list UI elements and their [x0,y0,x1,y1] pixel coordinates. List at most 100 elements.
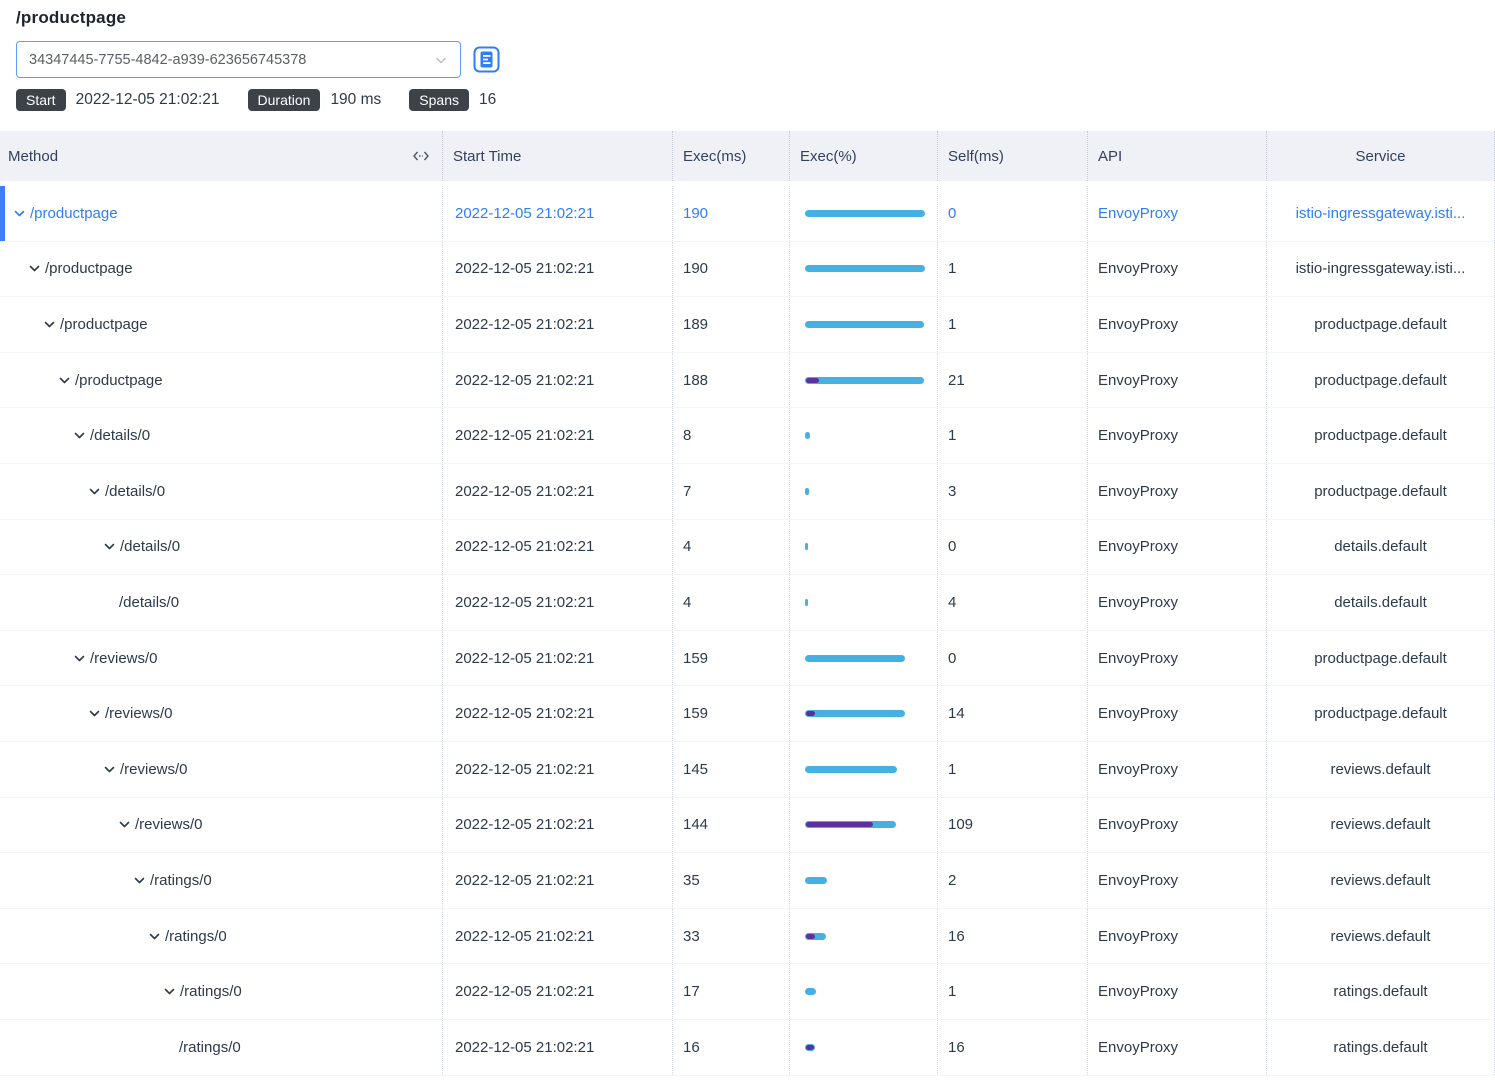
service-cell: reviews.default [1267,798,1495,853]
table-row[interactable]: /ratings/02022-12-05 21:02:21171EnvoyPro… [0,964,1495,1020]
method-label[interactable]: /productpage [60,316,148,333]
table-row[interactable]: /productpage2022-12-05 21:02:211891Envoy… [0,297,1495,353]
exec-duration-bar [805,599,808,606]
method-label[interactable]: /reviews/0 [120,761,188,778]
service-cell: productpage.default [1267,464,1495,519]
table-row[interactable]: /details/02022-12-05 21:02:2140EnvoyProx… [0,520,1495,576]
table-row[interactable]: /ratings/02022-12-05 21:02:211616EnvoyPr… [0,1020,1495,1076]
column-resize-handle[interactable] [412,150,430,162]
exec-ms-cell: 4 [673,575,790,630]
trace-id-value: 34347445-7755-4842-a939-623656745378 [29,52,306,68]
table-row[interactable]: /productpage2022-12-05 21:02:2118821Envo… [0,353,1495,409]
expand-chevron-icon[interactable] [119,819,131,830]
api-cell: EnvoyProxy [1088,798,1267,853]
method-label[interactable]: /reviews/0 [135,816,203,833]
expand-chevron-icon[interactable] [149,931,161,942]
table-row[interactable]: /reviews/02022-12-05 21:02:21144109Envoy… [0,798,1495,854]
method-label[interactable]: /productpage [75,372,163,389]
exec-ms-cell: 188 [673,353,790,408]
method-label[interactable]: /reviews/0 [105,705,173,722]
copy-trace-id-button[interactable] [473,46,500,73]
spans-badge: Spans [409,89,469,111]
method-label[interactable]: /ratings/0 [165,928,227,945]
exec-duration-bar [805,543,808,550]
exec-duration-bar [805,210,925,217]
method-cell: /details/0 [0,408,443,463]
start-time-cell: 2022-12-05 21:02:21 [443,575,673,630]
service-cell: productpage.default [1267,631,1495,686]
method-label[interactable]: /ratings/0 [179,1039,241,1056]
exec-duration-bar [805,488,809,495]
exec-duration-bar [805,821,896,828]
method-label[interactable]: /reviews/0 [90,650,158,667]
exec-ms-cell: 189 [673,297,790,352]
exec-pct-cell [790,464,938,519]
exec-ms-cell: 17 [673,964,790,1019]
expand-chevron-icon[interactable] [59,375,71,386]
method-cell: /details/0 [0,575,443,630]
method-label[interactable]: /ratings/0 [150,872,212,889]
table-row[interactable]: /reviews/02022-12-05 21:02:2115914EnvoyP… [0,686,1495,742]
method-label[interactable]: /ratings/0 [180,983,242,1000]
self-ms-cell: 21 [938,353,1088,408]
self-ms-cell: 1 [938,242,1088,297]
trace-id-select[interactable]: 34347445-7755-4842-a939-623656745378 [16,41,461,78]
exec-ms-cell: 33 [673,909,790,964]
method-label[interactable]: /details/0 [90,427,150,444]
method-label[interactable]: /details/0 [105,483,165,500]
exec-ms-cell: 159 [673,631,790,686]
start-time-cell: 2022-12-05 21:02:21 [443,408,673,463]
table-row[interactable]: /details/02022-12-05 21:02:2144EnvoyProx… [0,575,1495,631]
method-label[interactable]: /details/0 [120,538,180,555]
expand-chevron-icon[interactable] [134,875,146,886]
duration-badge: Duration [248,89,321,111]
expand-chevron-icon[interactable] [164,986,176,997]
expand-chevron-icon[interactable] [89,486,101,497]
exec-duration-bar [805,321,924,328]
exec-ms-cell: 190 [673,242,790,297]
column-header-self-ms: Self(ms) [938,131,1088,181]
trace-header: /productpage 34347445-7755-4842-a939-623… [0,0,1495,111]
method-label[interactable]: /productpage [30,205,118,222]
span-table: Method Start Time Exec(ms) Exec(%) Self(… [0,131,1495,1076]
service-cell: ratings.default [1267,1020,1495,1075]
exec-ms-cell: 35 [673,853,790,908]
self-ms-cell: 1 [938,408,1088,463]
expand-chevron-icon[interactable] [74,430,86,441]
start-time-cell: 2022-12-05 21:02:21 [443,186,673,241]
expand-chevron-icon[interactable] [14,208,26,219]
self-ms-cell: 0 [938,631,1088,686]
start-time-cell: 2022-12-05 21:02:21 [443,742,673,797]
expand-chevron-icon[interactable] [89,708,101,719]
expand-chevron-icon[interactable] [74,653,86,664]
api-cell: EnvoyProxy [1088,242,1267,297]
table-row[interactable]: /reviews/02022-12-05 21:02:211451EnvoyPr… [0,742,1495,798]
table-row[interactable]: /reviews/02022-12-05 21:02:211590EnvoyPr… [0,631,1495,687]
column-header-exec-pct: Exec(%) [790,131,938,181]
method-label[interactable]: /productpage [45,260,133,277]
column-header-exec-ms: Exec(ms) [673,131,790,181]
exec-duration-bar [805,432,810,439]
api-cell: EnvoyProxy [1088,464,1267,519]
table-row[interactable]: /productpage2022-12-05 21:02:211901Envoy… [0,242,1495,298]
table-row[interactable]: /details/02022-12-05 21:02:2181EnvoyProx… [0,408,1495,464]
table-row[interactable]: /productpage2022-12-05 21:02:211900Envoy… [0,186,1495,242]
method-label[interactable]: /details/0 [119,594,179,611]
method-cell: /details/0 [0,464,443,519]
chevron-down-icon [434,53,448,67]
self-ms-cell: 0 [938,520,1088,575]
self-duration-bar [806,1045,814,1050]
table-row[interactable]: /details/02022-12-05 21:02:2173EnvoyProx… [0,464,1495,520]
table-row[interactable]: /ratings/02022-12-05 21:02:21352EnvoyPro… [0,853,1495,909]
exec-pct-cell [790,186,938,241]
start-time-cell: 2022-12-05 21:02:21 [443,964,673,1019]
start-badge: Start [16,89,66,111]
service-cell: productpage.default [1267,408,1495,463]
expand-chevron-icon[interactable] [44,319,56,330]
table-row[interactable]: /ratings/02022-12-05 21:02:213316EnvoyPr… [0,909,1495,965]
method-cell: /reviews/0 [0,631,443,686]
expand-chevron-icon[interactable] [29,263,41,274]
method-cell: /ratings/0 [0,853,443,908]
expand-chevron-icon[interactable] [104,541,116,552]
expand-chevron-icon[interactable] [104,764,116,775]
